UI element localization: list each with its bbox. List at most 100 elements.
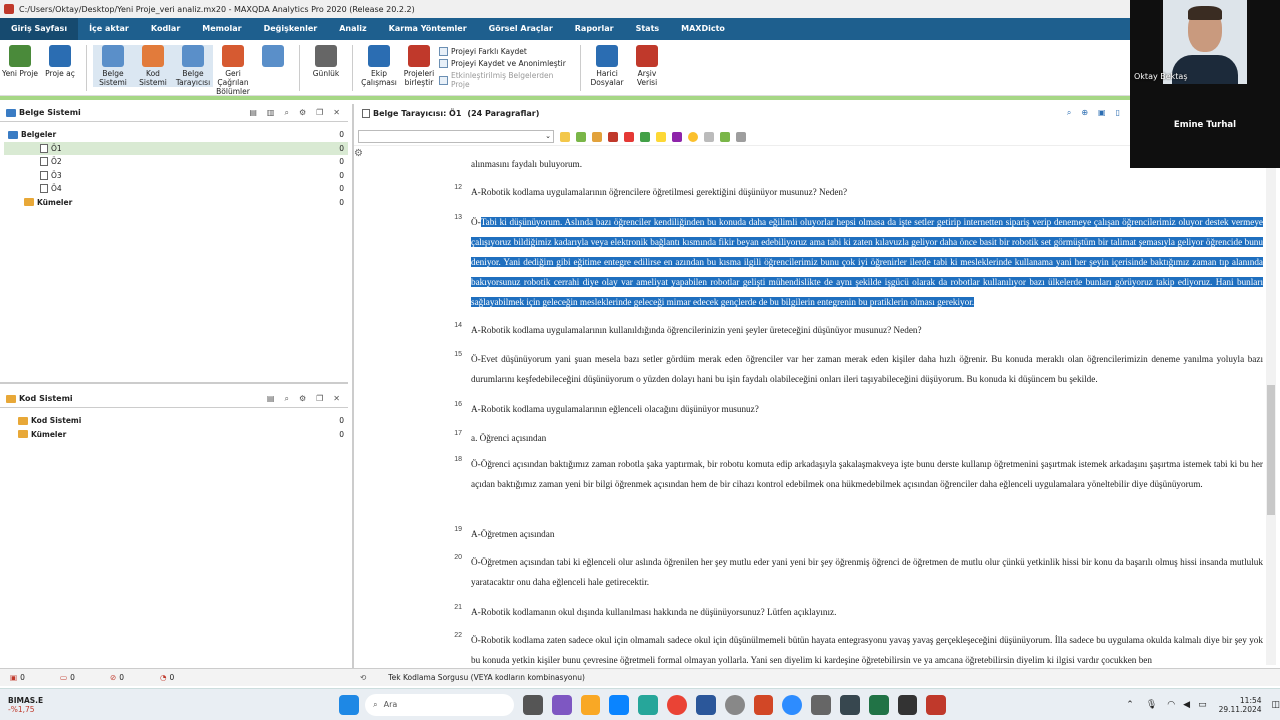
color-code-icon[interactable]: [608, 131, 618, 142]
activate-icon[interactable]: ▥: [267, 108, 275, 118]
chevron-down-icon: ⌄: [545, 132, 551, 140]
highlighter-purple-icon[interactable]: [672, 131, 682, 142]
edge-icon[interactable]: [609, 694, 630, 715]
document-system-button[interactable]: Belge Sistemi: [93, 45, 133, 87]
tree-item-doc[interactable]: Ö1 0: [4, 141, 348, 155]
ribbon-small-button[interactable]: Projeyi Farklı Kaydet: [439, 47, 574, 56]
highlighter-yellow-icon[interactable]: [656, 131, 666, 142]
tree-item-set[interactable]: Kümeler 0: [4, 196, 348, 210]
ribbon-small-button[interactable]: Projeyi Kaydet ve Anonimleştir: [439, 59, 574, 68]
new-code-icon[interactable]: ▤: [267, 394, 275, 404]
tray-chevron-icon[interactable]: ⌃: [1126, 700, 1134, 710]
selected-text[interactable]: Tabi ki düşünüyorum. Aslında bazı öğrenc…: [471, 217, 1263, 307]
menu-item[interactable]: MAXDicto: [670, 18, 736, 40]
search-icon[interactable]: ⌕: [1067, 108, 1071, 118]
battery-icon[interactable]: ▭: [1198, 700, 1207, 710]
ribbon-button-label: Belge Tarayıcısı: [175, 69, 211, 87]
menu-item[interactable]: Görsel Araçlar: [478, 18, 564, 40]
powerpoint-icon[interactable]: [753, 694, 774, 715]
unlink-icon[interactable]: [736, 131, 746, 142]
archive-button[interactable]: Arşiv Verisi: [627, 45, 667, 87]
code-tree-item[interactable]: Kümeler 0: [18, 428, 348, 442]
layout-icon[interactable]: ▯: [1116, 108, 1120, 118]
search-icon[interactable]: ⌕: [284, 108, 288, 118]
scrollbar-thumb[interactable]: [1267, 385, 1275, 515]
capcut-icon[interactable]: [897, 694, 918, 715]
menu-item[interactable]: Raporlar: [564, 18, 625, 40]
new-document-icon[interactable]: ▤: [249, 108, 257, 118]
menu-item[interactable]: Stats: [625, 18, 671, 40]
external-files-button[interactable]: Harici Dosyalar: [587, 45, 627, 87]
undock-icon[interactable]: ❐: [316, 394, 323, 404]
code-icon[interactable]: [560, 131, 570, 142]
export-icon[interactable]: ▣: [1098, 108, 1106, 118]
retrieved-segments-button[interactable]: Geri Çağrılan Bölümler: [213, 45, 253, 96]
tree-item-doc[interactable]: Ö3 0: [4, 169, 348, 183]
menu-item[interactable]: Analiz: [328, 18, 377, 40]
document-text[interactable]: alınmasını faydalı buluyorum. 12 A-Robotik…: [440, 150, 1265, 665]
code-system-button[interactable]: Kod Sistemi: [133, 45, 173, 87]
excel-icon[interactable]: [868, 694, 889, 715]
pin-icon[interactable]: [704, 131, 714, 142]
ribbon-small-button[interactable]: Etkinleştirilmiş Belgelerden Proje: [439, 71, 574, 89]
stock-widget[interactable]: BIMAS.E -%1,75: [8, 696, 87, 714]
menu-item[interactable]: İçe aktar: [78, 18, 140, 40]
merge-projects-button[interactable]: Projeleri birleştir: [399, 45, 439, 87]
participant-name-1: Oktay Bektaş: [1134, 72, 1188, 81]
zoom-icon[interactable]: ⊕: [1081, 108, 1088, 118]
code-dropdown[interactable]: ⌄: [358, 130, 554, 143]
menu-item[interactable]: Karma Yöntemler: [378, 18, 478, 40]
undock-icon[interactable]: ❐: [316, 108, 323, 118]
open-project-button[interactable]: Proje aç: [40, 45, 80, 78]
highlighter-green-icon[interactable]: [640, 131, 650, 142]
volume-icon[interactable]: ◀: [1183, 700, 1190, 710]
highlighter-red-icon[interactable]: [624, 131, 634, 142]
vertical-scrollbar[interactable]: [1266, 150, 1276, 665]
activation-icon[interactable]: ⟲: [360, 673, 366, 682]
close-icon[interactable]: ✕: [333, 394, 340, 404]
menu-item[interactable]: Değişkenler: [253, 18, 329, 40]
task-view-icon[interactable]: [522, 694, 543, 715]
new-project-button[interactable]: Yeni Proje: [0, 45, 40, 78]
settings-icon[interactable]: ⚙: [354, 148, 363, 159]
wifi-icon[interactable]: ◠: [1167, 700, 1175, 710]
store-icon[interactable]: [638, 694, 659, 715]
windows-start-icon[interactable]: [339, 694, 360, 715]
document-browser-header: Belge Tarayıcısı: Ö1 (24 Paragraflar) ⌕ …: [356, 104, 1128, 122]
menu-item[interactable]: Memolar: [191, 18, 252, 40]
emoticode-icon[interactable]: [688, 131, 698, 142]
tree-item-folder[interactable]: Belgeler 0: [4, 128, 348, 142]
code-tree-item[interactable]: Kod Sistemi 0: [18, 414, 348, 428]
tree-item-doc[interactable]: Ö4 0: [4, 182, 348, 196]
document-browser-button[interactable]: Belge Tarayıcısı: [173, 45, 213, 87]
menu-item[interactable]: Giriş Sayfası: [0, 18, 79, 40]
menu-item[interactable]: Kodlar: [140, 18, 191, 40]
search-icon[interactable]: ⌕: [284, 394, 288, 404]
ribbon-button-label: Kod Sistemi: [139, 69, 167, 87]
paragraph-text: A-Öğretmen açısından: [471, 529, 555, 539]
word-icon[interactable]: [695, 694, 716, 715]
taskbar-search[interactable]: ⌕ Ara: [365, 693, 514, 716]
file-explorer-icon[interactable]: [580, 694, 601, 715]
copilot-icon[interactable]: [551, 694, 572, 715]
calculator-icon[interactable]: [811, 694, 831, 715]
grid-button[interactable]: [253, 45, 293, 69]
teamwork-button[interactable]: Ekip Çalışması: [359, 45, 399, 87]
gear-icon[interactable]: ⚙: [299, 108, 306, 118]
zoom-app-icon[interactable]: [782, 694, 803, 715]
close-icon[interactable]: ✕: [333, 108, 340, 118]
maxqda-taskbar-icon[interactable]: [926, 694, 947, 715]
taskbar-clock[interactable]: 11:54 29.11.2024: [1219, 696, 1262, 714]
code-add-icon[interactable]: [576, 131, 586, 142]
media-icon[interactable]: [839, 694, 860, 715]
gear-icon[interactable]: ⚙: [299, 394, 306, 404]
tree-item-doc[interactable]: Ö2 0: [4, 155, 348, 169]
notification-icon[interactable]: ◫: [1272, 700, 1280, 710]
logbook-button[interactable]: Günlük: [306, 45, 346, 78]
settings-app-icon[interactable]: [724, 694, 745, 715]
link-icon[interactable]: [720, 131, 730, 142]
paragraph-text: A-Robotik kodlama uygulamalarının kullan…: [471, 325, 922, 335]
microphone-icon[interactable]: 🎙: [1146, 700, 1157, 710]
code-list-icon[interactable]: [592, 131, 602, 142]
chrome-icon[interactable]: [667, 694, 687, 715]
